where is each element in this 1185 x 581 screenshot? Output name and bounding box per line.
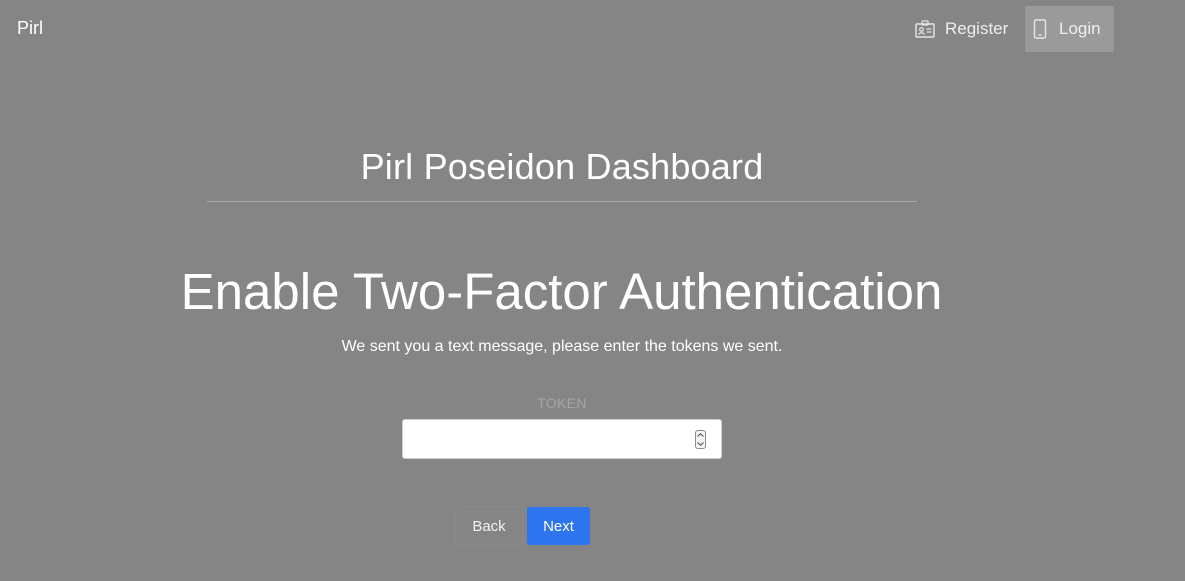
chevron-up-icon[interactable] [697,433,704,438]
id-card-icon [915,20,935,38]
token-field [402,419,722,459]
page-heading: Enable Two-Factor Authentication [180,263,943,320]
mobile-phone-icon [1033,19,1047,39]
next-button[interactable]: Next [527,507,590,545]
nav-login-label: Login [1059,19,1101,38]
page: Pirl Register Login Pirl Poseidon Dashbo… [0,0,1185,581]
title-divider [207,201,917,202]
nav-login-link[interactable]: Login [1025,6,1114,52]
nav-register-link[interactable]: Register [905,6,1015,52]
token-input[interactable] [403,420,721,458]
back-button[interactable]: Back [456,507,522,545]
brand-logo[interactable]: Pirl [17,18,43,39]
chevron-down-icon[interactable] [697,441,704,446]
number-stepper[interactable] [695,430,706,449]
token-field-label: TOKEN [537,395,587,411]
instruction-text: We sent you a text message, please enter… [341,338,783,355]
dashboard-title: Pirl Poseidon Dashboard [360,146,764,187]
nav-register-label: Register [945,19,1009,38]
